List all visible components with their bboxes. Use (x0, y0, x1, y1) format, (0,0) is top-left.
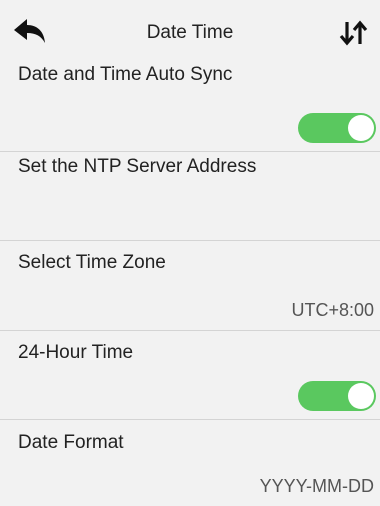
up-down-arrows-icon (339, 20, 368, 46)
toggle-knob (348, 115, 374, 141)
setting-label: Date Format (18, 432, 124, 453)
setting-label: 24-Hour Time (18, 342, 134, 363)
setting-value: YYYY-MM-DD (259, 476, 374, 496)
setting-value: UTC+8:00 (291, 300, 374, 320)
date-time-screen: Date Time Date and Time Auto Sync Set th… (0, 0, 380, 506)
sort-button[interactable] (338, 18, 370, 48)
setting-label: Select Time Zone (18, 252, 166, 273)
setting-ntp-server[interactable]: Set the NTP Server Address (0, 152, 380, 240)
setting-label: Set the NTP Server Address (18, 156, 257, 177)
header-bar: Date Time (0, 0, 380, 60)
toggle-knob (348, 383, 374, 409)
auto-sync-toggle[interactable] (298, 113, 376, 143)
page-title: Date Time (146, 22, 234, 43)
setting-time-zone[interactable]: Select Time Zone UTC+8:00 (0, 241, 380, 330)
setting-label: Date and Time Auto Sync (18, 64, 233, 85)
24-hour-toggle[interactable] (298, 381, 376, 411)
setting-24-hour[interactable]: 24-Hour Time (0, 331, 380, 419)
setting-date-format[interactable]: Date Format YYYY-MM-DD (0, 420, 380, 506)
setting-auto-sync[interactable]: Date and Time Auto Sync (0, 60, 380, 151)
